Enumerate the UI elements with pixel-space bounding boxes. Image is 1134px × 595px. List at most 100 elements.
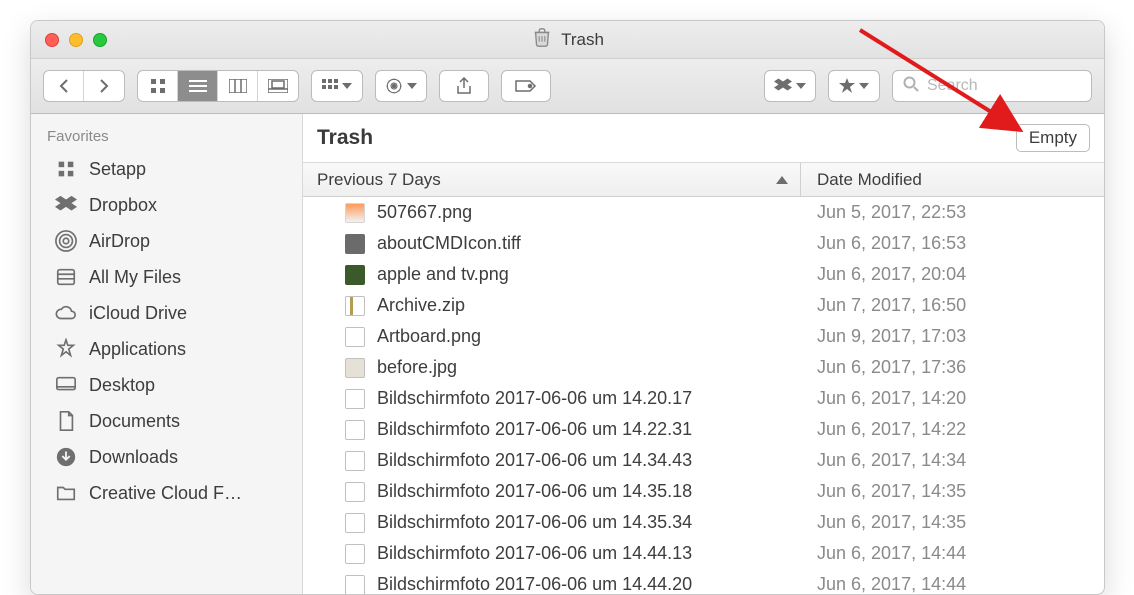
file-row[interactable]: before.jpg Jun 6, 2017, 17:36 [303,352,1104,383]
sync-toolbar-button[interactable] [828,70,880,102]
sidebar: Favorites Setapp Dropbox AirDrop [31,114,303,594]
file-row[interactable]: Bildschirmfoto 2017-06-06 um 14.34.43Jun… [303,445,1104,476]
file-row[interactable]: Bildschirmfoto 2017-06-06 um 14.44.20 Jun… [303,569,1104,594]
file-date: Jun 6, 2017, 17:36 [801,357,1104,378]
sidebar-item-label: All My Files [89,267,181,288]
file-row[interactable]: 507667.png Jun 5, 2017, 22:53 [303,197,1104,228]
file-date: Jun 5, 2017, 22:53 [801,202,1104,223]
sidebar-item-downloads[interactable]: Downloads [31,439,302,475]
file-type-icon [345,358,365,378]
column-view-button[interactable] [218,71,258,101]
sidebar-item-desktop[interactable]: Desktop [31,367,302,403]
chevron-down-icon [796,83,806,89]
action-group[interactable] [375,70,427,102]
icon-view-button[interactable] [138,71,178,101]
file-name: Bildschirmfoto 2017-06-06 um 14.34.43 [377,450,692,471]
applications-icon [55,338,77,360]
sidebar-item-label: Creative Cloud F… [89,483,242,504]
toolbar [31,59,1104,114]
all-my-files-icon [55,266,77,288]
minimize-button[interactable] [69,33,83,47]
sidebar-section-favorites: Favorites [31,128,302,145]
sidebar-item-setapp[interactable]: Setapp [31,151,302,187]
column-date-label: Date Modified [817,170,922,190]
file-type-icon [345,575,365,595]
arrange-group[interactable] [311,70,363,102]
file-name: before.jpg [377,357,457,378]
file-type-icon [345,203,365,223]
action-button[interactable] [376,71,426,101]
sidebar-item-icloud[interactable]: iCloud Drive [31,295,302,331]
arrange-button[interactable] [312,71,362,101]
file-type-icon [345,389,365,409]
column-header-name[interactable]: Previous 7 Days [303,163,801,196]
chevron-down-icon [407,83,417,89]
sidebar-item-label: Desktop [89,375,155,396]
search-icon [903,76,919,97]
file-row[interactable]: Bildschirmfoto 2017-06-06 um 14.20.17 Jun… [303,383,1104,414]
share-button[interactable] [439,70,489,102]
window-body: Favorites Setapp Dropbox AirDrop [31,114,1104,594]
file-name: Bildschirmfoto 2017-06-06 um 14.35.34 [377,512,692,533]
file-list[interactable]: 507667.png Jun 5, 2017, 22:53 aboutCMDIcon… [303,197,1104,594]
list-view-button[interactable] [178,71,218,101]
airdrop-icon [55,230,77,252]
column-header-date[interactable]: Date Modified [801,163,1104,196]
file-name: apple and tv.png [377,264,509,285]
sidebar-item-creative-cloud[interactable]: Creative Cloud F… [31,475,302,511]
file-row[interactable]: Archive.zipJun 7, 2017, 16:50 [303,290,1104,321]
finder-window: Trash [30,20,1105,595]
sidebar-item-label: Dropbox [89,195,157,216]
traffic-lights [45,33,107,47]
forward-button[interactable] [84,71,124,101]
file-type-icon [345,420,365,440]
file-name: Bildschirmfoto 2017-06-06 um 14.44.20 [377,574,692,594]
path-header: Trash Empty [303,114,1104,163]
sidebar-item-label: iCloud Drive [89,303,187,324]
search-box[interactable] [892,70,1092,102]
file-type-icon [345,327,365,347]
file-row[interactable]: Bildschirmfoto 2017-06-06 um 14.22.31Jun… [303,414,1104,445]
sidebar-item-applications[interactable]: Applications [31,331,302,367]
file-date: Jun 6, 2017, 14:44 [801,574,1104,594]
downloads-icon [55,446,77,468]
folder-icon [55,482,77,504]
file-type-icon [345,513,365,533]
file-row[interactable]: aboutCMDIcon.tiffJun 6, 2017, 16:53 [303,228,1104,259]
sidebar-item-airdrop[interactable]: AirDrop [31,223,302,259]
sort-indicator-icon [776,176,788,184]
file-date: Jun 6, 2017, 14:20 [801,388,1104,409]
back-button[interactable] [44,71,84,101]
file-row[interactable]: Bildschirmfoto 2017-06-06 um 14.35.18Jun… [303,476,1104,507]
sidebar-item-label: AirDrop [89,231,150,252]
sidebar-item-dropbox[interactable]: Dropbox [31,187,302,223]
file-date: Jun 9, 2017, 17:03 [801,326,1104,347]
coverflow-view-button[interactable] [258,71,298,101]
file-name: 507667.png [377,202,472,223]
search-input[interactable] [927,77,1081,95]
sidebar-item-documents[interactable]: Documents [31,403,302,439]
file-row[interactable]: Bildschirmfoto 2017-06-06 um 14.35.34Jun… [303,507,1104,538]
sidebar-item-label: Downloads [89,447,178,468]
empty-trash-button[interactable]: Empty [1016,124,1090,152]
file-row[interactable]: Bildschirmfoto 2017-06-06 um 14.44.13Jun… [303,538,1104,569]
desktop-icon [55,374,77,396]
nav-buttons [43,70,125,102]
group-label: Previous 7 Days [317,170,441,190]
setapp-icon [55,158,77,180]
file-row[interactable]: apple and tv.pngJun 6, 2017, 20:04 [303,259,1104,290]
tags-button[interactable] [501,70,551,102]
window-title: Trash [561,30,604,50]
location-title: Trash [317,126,373,150]
icloud-icon [55,302,77,324]
fullscreen-button[interactable] [93,33,107,47]
close-button[interactable] [45,33,59,47]
trash-icon [531,26,553,53]
file-type-icon [345,265,365,285]
file-row[interactable]: Artboard.pngJun 9, 2017, 17:03 [303,321,1104,352]
file-name: Bildschirmfoto 2017-06-06 um 14.20.17 [377,388,692,409]
file-date: Jun 6, 2017, 14:44 [801,543,1104,564]
sidebar-item-all-my-files[interactable]: All My Files [31,259,302,295]
dropbox-toolbar-button[interactable] [764,70,816,102]
file-name: Bildschirmfoto 2017-06-06 um 14.35.18 [377,481,692,502]
